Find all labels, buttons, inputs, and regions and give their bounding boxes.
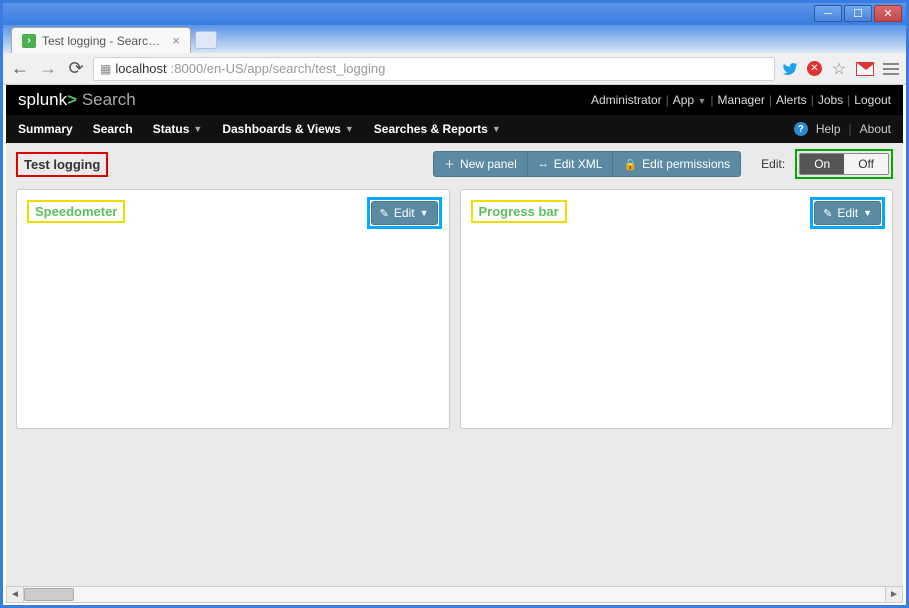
app-logo[interactable]: splunk> Search	[18, 90, 136, 110]
nav-right: ? Help | About	[794, 122, 891, 136]
chevron-down-icon: ▼	[492, 124, 501, 134]
header-link-admin[interactable]: Administrator	[591, 93, 662, 107]
close-button[interactable]: ✕	[874, 5, 902, 22]
panel-edit-button[interactable]: ✎ Edit ▼	[814, 201, 881, 225]
logo-brand: splunk	[18, 90, 67, 109]
app-viewport: splunk> Search Administrator | App ▼ | M…	[6, 85, 903, 602]
window-titlebar: ─ ☐ ✕	[3, 3, 906, 25]
chevron-down-icon: ▼	[863, 208, 872, 218]
header-links: Administrator | App ▼ | Manager | Alerts…	[591, 93, 891, 107]
edit-permissions-button[interactable]: 🔒 Edit permissions	[613, 151, 741, 177]
header-link-manager[interactable]: Manager	[718, 93, 765, 107]
twitter-icon[interactable]	[781, 60, 799, 78]
nav-dashboards[interactable]: Dashboards & Views▼	[222, 122, 353, 136]
browser-tab-strip: › Test logging - Search - Splun ×	[3, 25, 906, 53]
logo-chevron: >	[67, 90, 77, 109]
browser-window: ─ ☐ ✕ › Test logging - Search - Splun × …	[0, 0, 909, 608]
lock-icon: 🔒	[623, 158, 637, 171]
blocker-icon[interactable]: ✕	[807, 61, 822, 76]
logo-app: Search	[82, 90, 136, 109]
nav-summary[interactable]: Summary	[18, 122, 73, 136]
header-link-jobs[interactable]: Jobs	[818, 93, 843, 107]
reload-button[interactable]: ⟳	[65, 58, 87, 80]
nav-help[interactable]: Help	[816, 122, 841, 136]
panel-edit-highlight: ✎ Edit ▼	[367, 197, 442, 229]
chevron-down-icon: ▼	[345, 124, 354, 134]
dashboard-actions: ＋ New panel ↔ Edit XML 🔒 Edit permission…	[433, 151, 741, 177]
panel-edit-button[interactable]: ✎ Edit ▼	[371, 201, 438, 225]
edit-toggle-highlight: On Off	[795, 149, 893, 179]
help-icon: ?	[794, 122, 808, 136]
window-controls: ─ ☐ ✕	[814, 5, 902, 22]
address-bar[interactable]: ▦ localhost :8000/en-US/app/search/test_l…	[93, 57, 775, 81]
app-header: splunk> Search Administrator | App ▼ | M…	[6, 85, 903, 115]
edit-xml-button[interactable]: ↔ Edit XML	[528, 151, 614, 177]
panel-speedometer: Speedometer ✎ Edit ▼	[16, 189, 450, 429]
globe-icon: ▦	[100, 62, 111, 76]
gmail-icon[interactable]	[856, 60, 874, 78]
chevron-down-icon: ▼	[697, 96, 706, 106]
browser-tab-title: Test logging - Search - Splun	[42, 34, 166, 48]
chevron-down-icon: ▼	[420, 208, 429, 218]
new-panel-button[interactable]: ＋ New panel	[433, 151, 528, 177]
browser-toolbar: ← → ⟳ ▦ localhost :8000/en-US/app/search/…	[3, 53, 906, 85]
close-tab-icon[interactable]: ×	[172, 33, 180, 48]
scroll-thumb[interactable]	[24, 588, 74, 601]
back-button[interactable]: ←	[9, 58, 31, 80]
panel-edit-highlight: ✎ Edit ▼	[810, 197, 885, 229]
nav-about[interactable]: About	[860, 122, 891, 136]
browser-tab[interactable]: › Test logging - Search - Splun ×	[11, 27, 191, 53]
nav-searches-reports[interactable]: Searches & Reports▼	[374, 122, 501, 136]
bookmark-star-icon[interactable]: ☆	[830, 60, 848, 78]
pencil-icon: ✎	[823, 207, 832, 220]
scroll-track[interactable]	[24, 587, 885, 602]
url-host: localhost	[115, 61, 166, 76]
header-link-alerts[interactable]: Alerts	[776, 93, 807, 107]
chevron-down-icon: ▼	[193, 124, 202, 134]
pencil-icon: ✎	[380, 207, 389, 220]
chrome-menu-icon[interactable]	[882, 60, 900, 78]
header-link-app[interactable]: App ▼	[673, 93, 707, 107]
maximize-button[interactable]: ☐	[844, 5, 872, 22]
favicon-icon: ›	[22, 34, 36, 48]
new-tab-button[interactable]	[195, 31, 217, 49]
panel-title: Progress bar	[471, 200, 567, 223]
nav-status[interactable]: Status▼	[153, 122, 203, 136]
url-path: :8000/en-US/app/search/test_logging	[171, 61, 386, 76]
edit-toggle-on[interactable]: On	[800, 154, 844, 174]
header-link-logout[interactable]: Logout	[854, 93, 891, 107]
extension-icons: ✕ ☆	[781, 60, 900, 78]
minimize-button[interactable]: ─	[814, 5, 842, 22]
scroll-left-arrow[interactable]: ◄	[7, 587, 24, 602]
panel-progress-bar: Progress bar ✎ Edit ▼	[460, 189, 894, 429]
code-icon: ↔	[538, 158, 549, 170]
scroll-right-arrow[interactable]: ►	[885, 587, 902, 602]
edit-toggle[interactable]: On Off	[799, 153, 889, 175]
nav-left: Summary Search Status▼ Dashboards & View…	[18, 122, 501, 136]
dashboard-toolbar: Test logging ＋ New panel ↔ Edit XML 🔒 Ed…	[6, 143, 903, 185]
horizontal-scrollbar[interactable]: ◄ ►	[6, 586, 903, 603]
edit-mode-label: Edit:	[761, 157, 785, 171]
dashboard-panels: Speedometer ✎ Edit ▼ Progress bar ✎ Edit…	[6, 185, 903, 439]
plus-icon: ＋	[444, 156, 455, 172]
nav-search[interactable]: Search	[93, 122, 133, 136]
app-nav: Summary Search Status▼ Dashboards & View…	[6, 115, 903, 143]
dashboard-title: Test logging	[16, 152, 108, 177]
forward-button[interactable]: →	[37, 58, 59, 80]
edit-toggle-off[interactable]: Off	[844, 154, 888, 174]
panel-title: Speedometer	[27, 200, 125, 223]
